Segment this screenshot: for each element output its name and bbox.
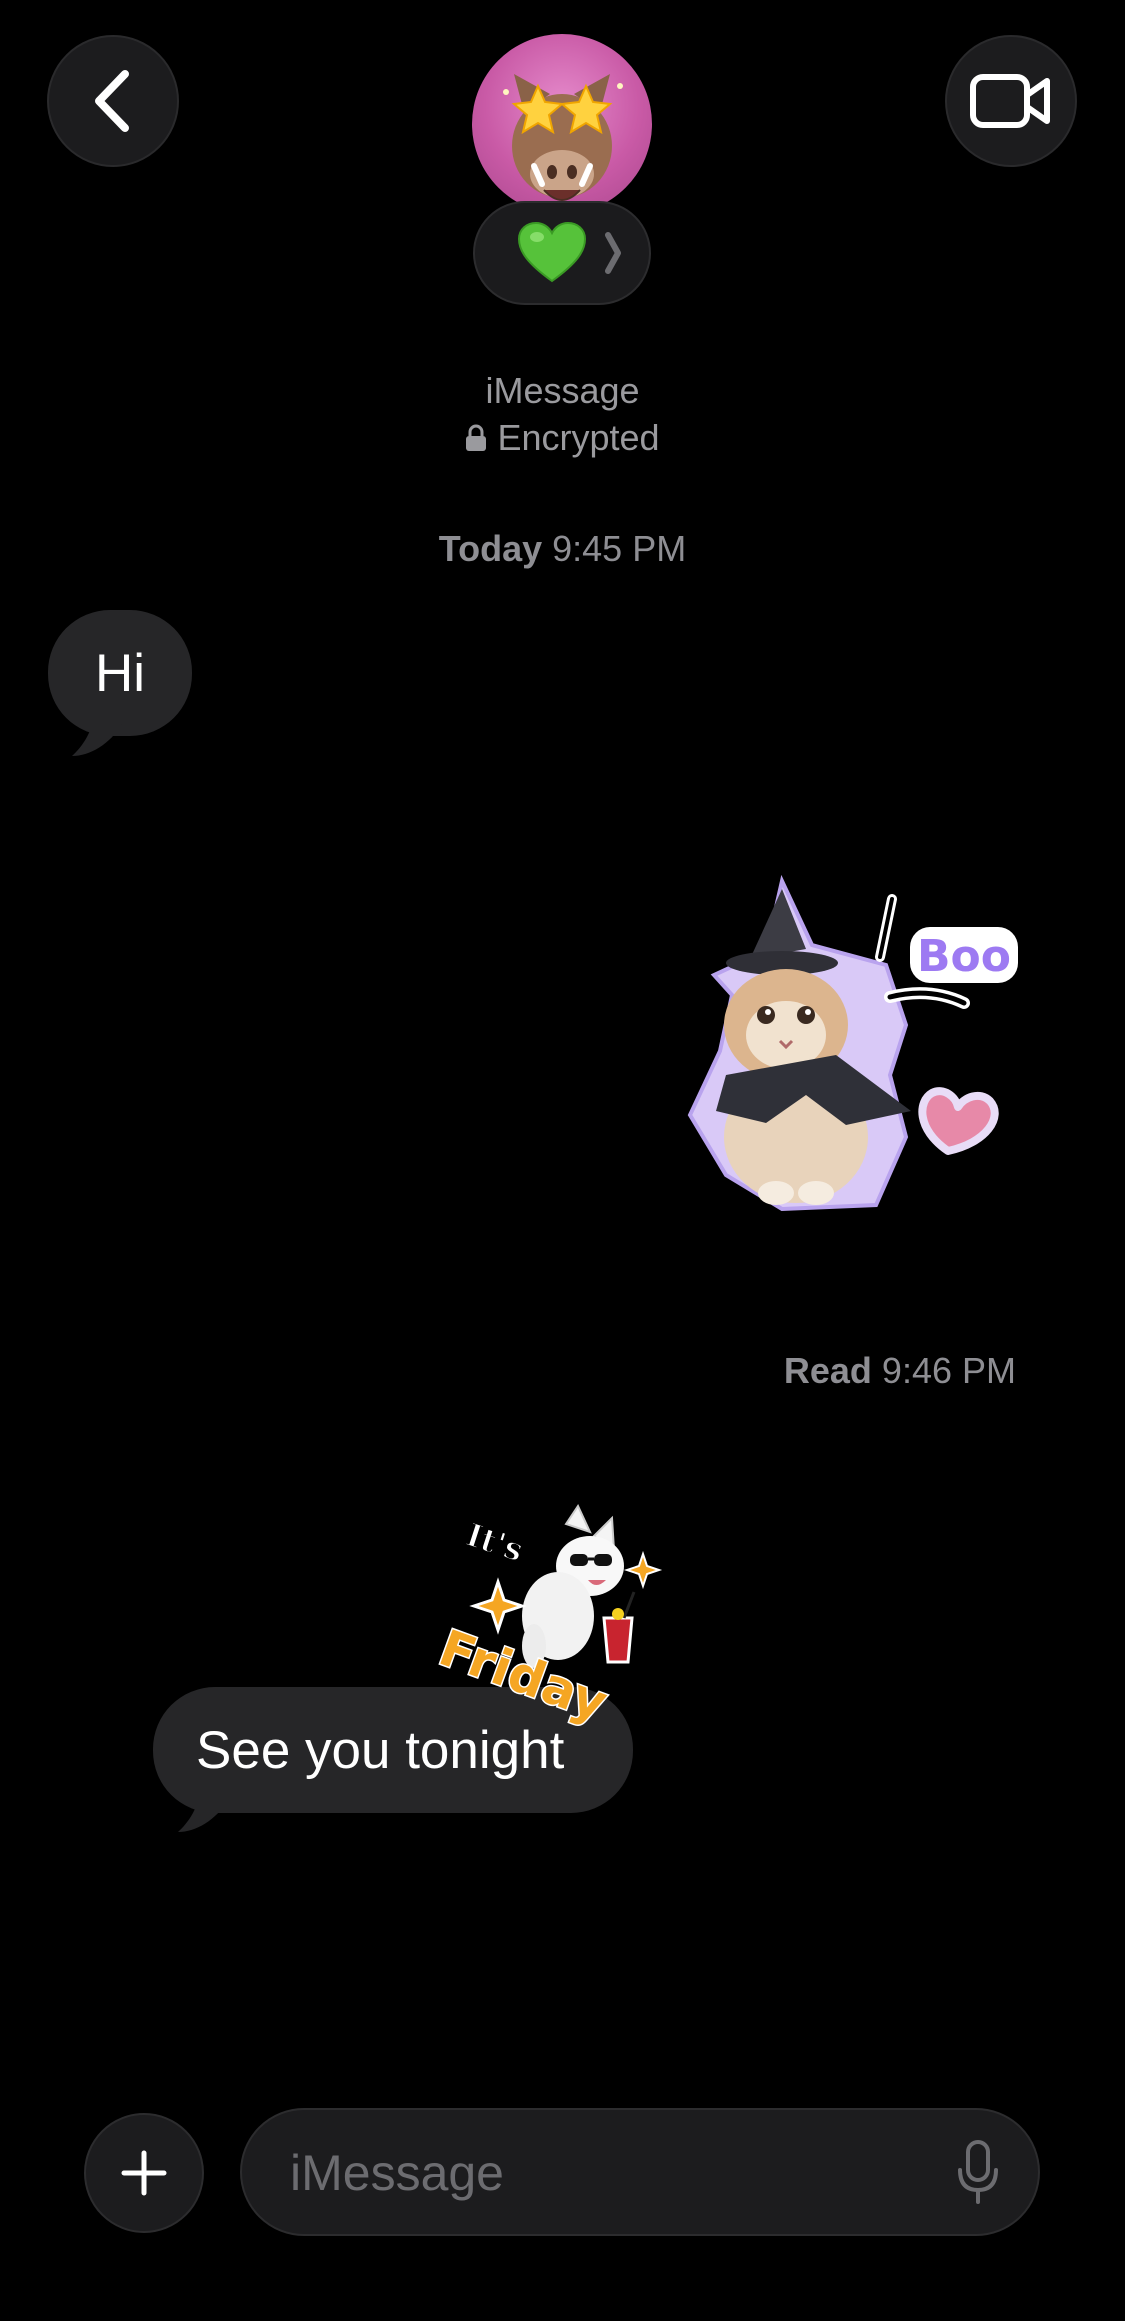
message-composer[interactable] (240, 2108, 1040, 2236)
read-time: 9:46 PM (881, 1350, 1016, 1391)
plus-icon (121, 2150, 167, 2196)
encryption-status: Encrypted (0, 417, 1125, 459)
read-receipt: Read 9:46 PM (700, 1350, 1016, 1392)
bubble-tail (72, 700, 122, 756)
microphone-icon[interactable] (956, 2140, 1000, 2206)
read-label: Read (783, 1350, 872, 1391)
encryption-label: Encrypted (497, 417, 660, 458)
timestamp-day: Today (438, 528, 543, 569)
dog-its-friday-sticker[interactable]: It's Friday (428, 1496, 668, 1736)
kitten-witch-hat-boo-sticker[interactable]: Boo (686, 875, 1022, 1215)
svg-text:It's: It's (462, 1515, 528, 1569)
video-camera-icon (970, 74, 1050, 128)
back-button[interactable] (47, 35, 179, 167)
message-text-field[interactable] (288, 2134, 912, 2212)
add-attachment-button[interactable] (84, 2113, 204, 2233)
svg-text:Boo: Boo (917, 931, 1011, 982)
green-heart-icon (517, 221, 587, 283)
service-label: iMessage (485, 370, 640, 411)
timestamp-time: 9:45 PM (552, 528, 687, 569)
chevron-left-icon (95, 70, 129, 132)
bubble-tail (178, 1776, 228, 1832)
facetime-video-button[interactable] (945, 35, 1077, 167)
boar-memoji-icon (503, 74, 623, 201)
contact-avatar[interactable] (472, 34, 652, 214)
lock-icon (466, 424, 487, 451)
message-text: Hi (94, 643, 146, 703)
chevron-right-icon (605, 232, 621, 274)
contact-status-button[interactable] (473, 201, 651, 305)
message-timestamp: Today 9:45 PM (0, 528, 1125, 570)
